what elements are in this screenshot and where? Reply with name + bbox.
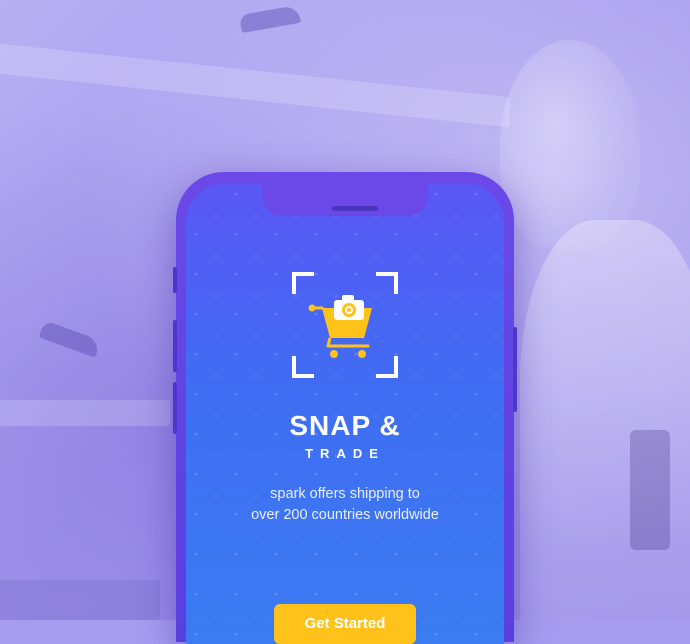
shelf [0, 42, 510, 128]
volume-down-button [173, 382, 177, 434]
scan-frame-icon [376, 272, 398, 294]
shoe-decoration [238, 4, 302, 34]
notch [262, 184, 428, 216]
tagline-line: over 200 countries worldwide [251, 507, 439, 523]
tagline-line: spark offers shipping to [270, 486, 420, 502]
tagline: spark offers shipping to over 200 countr… [186, 484, 504, 526]
phone-mockup: SNAP & TRADE spark offers shipping to ov… [173, 172, 517, 644]
shopper-figure [500, 40, 640, 250]
app-title: SNAP & [289, 410, 401, 441]
app-screen: SNAP & TRADE spark offers shipping to ov… [186, 184, 504, 644]
mute-switch [173, 267, 177, 293]
get-started-button[interactable]: Get Started [274, 604, 416, 644]
shoe-decoration [38, 320, 102, 358]
shelf [0, 580, 160, 620]
shopper-figure-body [520, 220, 690, 620]
power-button [513, 327, 517, 412]
scan-frame-icon [292, 272, 314, 294]
camera-cart-icon [308, 295, 372, 358]
shelf [0, 400, 170, 426]
volume-up-button [173, 320, 177, 372]
app-subtitle: TRADE [305, 446, 385, 461]
speaker-grille [332, 206, 378, 211]
app-logo [292, 272, 398, 378]
